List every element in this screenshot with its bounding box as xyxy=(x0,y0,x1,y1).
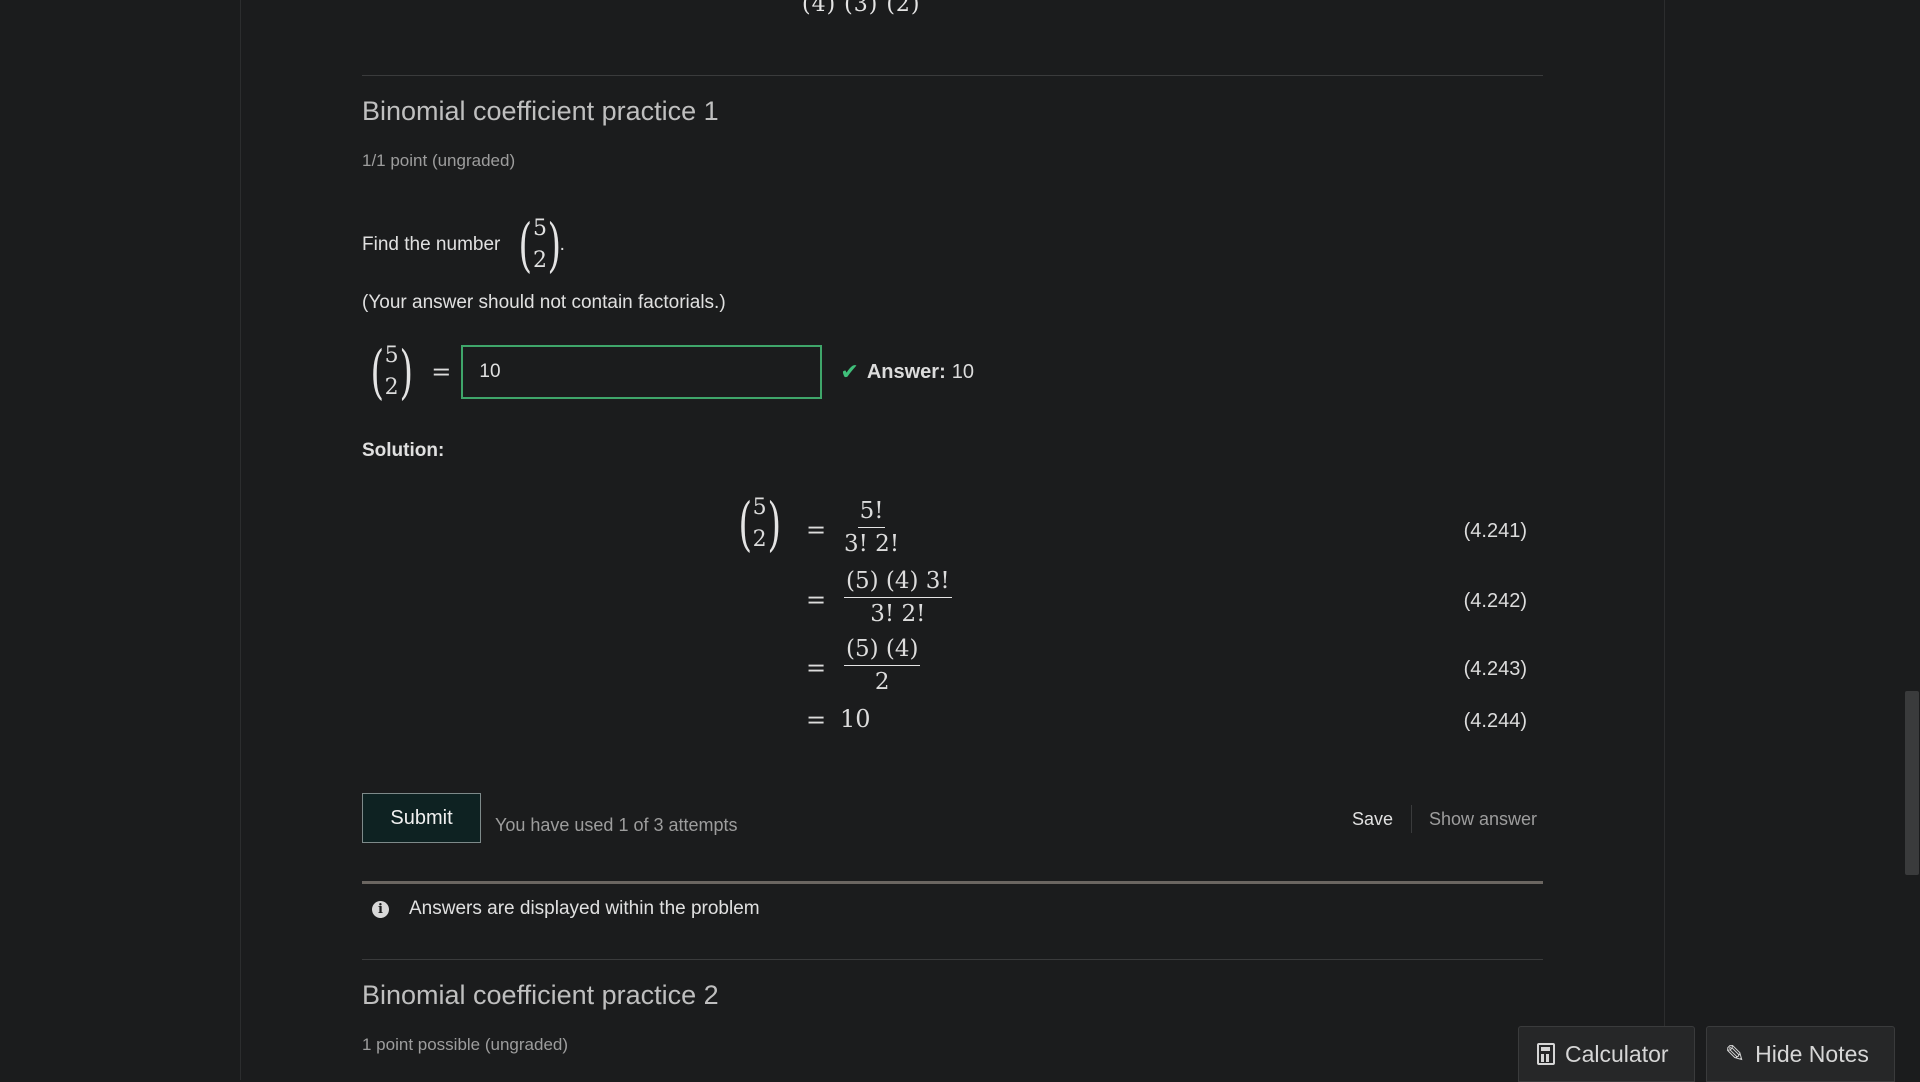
notice-border xyxy=(362,881,1543,884)
binom-bottom: 2 xyxy=(752,527,767,552)
scrollbar-thumb[interactable] xyxy=(1905,691,1919,875)
save-button[interactable]: Save xyxy=(1352,809,1393,830)
section-divider xyxy=(362,959,1543,960)
solution-fraction: (5) (4) 2 xyxy=(844,636,921,695)
solution-equals: = xyxy=(806,516,827,544)
solution-final-value: 10 xyxy=(840,705,871,733)
solution-equals: = xyxy=(806,706,827,734)
solution-equals: = xyxy=(806,654,827,682)
equation-number: (4.242) xyxy=(1463,590,1527,612)
attempts-text: You have used 1 of 3 attempts xyxy=(495,815,738,835)
solution-fraction: 5! 3! 2! xyxy=(844,498,899,557)
pencil-icon: ✎ xyxy=(1725,1040,1746,1068)
section-divider xyxy=(362,75,1543,76)
binomial-expression: ( 5 2 ). xyxy=(518,211,565,279)
problem-points: 1 point possible (ungraded) xyxy=(362,1035,569,1054)
submit-button[interactable]: Submit xyxy=(362,793,481,843)
problem-title: Binomial coefficient practice 1 xyxy=(362,96,719,126)
problem-title: Binomial coefficient practice 2 xyxy=(362,980,719,1010)
action-separator xyxy=(1411,805,1412,833)
solution-fraction: (5) (4) 3! 3! 2! xyxy=(844,568,952,627)
hide-notes-button[interactable]: ✎ Hide Notes xyxy=(1706,1026,1895,1082)
fraction-denominator: 3! 2! xyxy=(870,601,926,627)
answer-label: Answer: xyxy=(866,360,946,383)
show-answer-button[interactable]: Show answer xyxy=(1429,809,1537,830)
solution-binomial: ( 5 2 ) xyxy=(738,490,781,558)
equation-number: (4.244) xyxy=(1463,710,1527,732)
calculator-icon xyxy=(1537,1043,1555,1065)
solution-equals: = xyxy=(806,586,827,614)
info-icon: i xyxy=(372,900,389,918)
binomial-expression: ( 5 2 ) xyxy=(370,338,413,406)
check-icon: ✔ xyxy=(840,359,859,384)
calculator-label: Calculator xyxy=(1565,1040,1669,1067)
solution-label: Solution: xyxy=(362,440,445,461)
binom-top: 5 xyxy=(384,343,399,368)
answer-input[interactable] xyxy=(461,345,823,399)
fraction-denominator: 3! 2! xyxy=(844,531,900,557)
hide-notes-label: Hide Notes xyxy=(1755,1040,1869,1067)
content-border-right xyxy=(1664,0,1665,1080)
scrollbar-track[interactable] xyxy=(1904,0,1920,1080)
fraction-numerator: (5) (4) xyxy=(844,636,921,666)
answer-status: ✔ Answer: 10 xyxy=(840,359,974,385)
fraction-denominator: 2 xyxy=(874,669,890,695)
problem-note: (Your answer should not contain factoria… xyxy=(362,292,726,313)
problem-prompt: Find the number ( 5 2 ). xyxy=(362,213,565,277)
notice-text: Answers are displayed within the problem xyxy=(409,898,760,919)
equals-sign: = xyxy=(431,358,452,386)
equation-number: (4.241) xyxy=(1463,520,1527,542)
prompt-text: Find the number xyxy=(362,234,501,255)
fraction-numerator: 5! xyxy=(857,498,886,528)
answers-notice: i Answers are displayed within the probl… xyxy=(372,898,760,920)
equation-number: (4.243) xyxy=(1463,658,1527,680)
fraction-numerator: (5) (4) 3! xyxy=(844,568,952,598)
previous-math-fragment: (4) (3) (2) xyxy=(802,0,921,17)
binom-top: 5 xyxy=(752,495,767,520)
calculator-button[interactable]: Calculator xyxy=(1518,1026,1695,1082)
binom-bottom: 2 xyxy=(533,248,547,273)
answer-value: 10 xyxy=(951,360,974,383)
binom-top: 5 xyxy=(533,216,547,241)
binom-bottom: 2 xyxy=(384,375,399,400)
answer-row: ( 5 2 ) = ✔ Answer: 10 xyxy=(366,340,974,404)
problem-points: 1/1 point (ungraded) xyxy=(362,151,516,170)
content-border-left xyxy=(240,0,241,1080)
